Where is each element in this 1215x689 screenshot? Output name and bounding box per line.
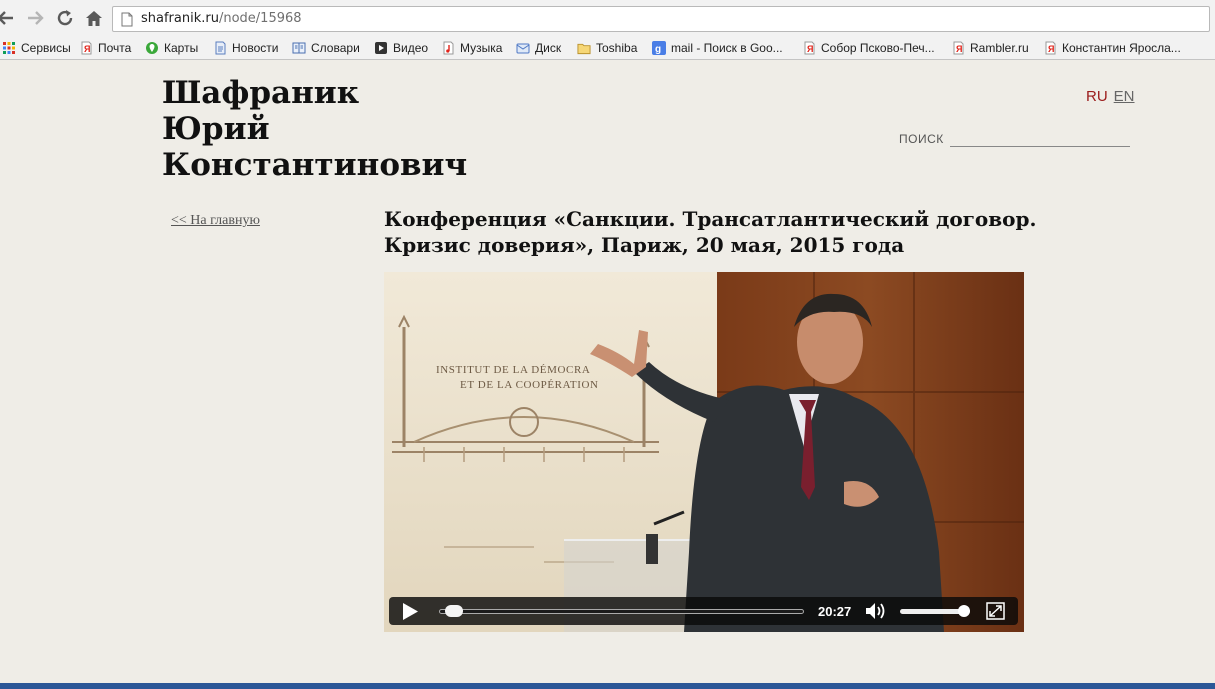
bookmark-maps[interactable]: Карты (145, 39, 198, 57)
bookmark-label: Сервисы (21, 41, 71, 55)
address-bar[interactable]: shafranik.ru/node/15968 (112, 6, 1210, 32)
progress-track[interactable] (439, 609, 804, 614)
search-label: ПОИСК (899, 132, 944, 146)
back-icon[interactable] (0, 8, 16, 28)
volume-icon[interactable] (865, 602, 889, 625)
bookmark-google-search[interactable]: g mail - Поиск в Goo... (652, 39, 783, 57)
bookmark-label: Константин Яросла... (1062, 41, 1181, 55)
bookmarks-bar: Сервисы Я Почта Карты Новости Словари Ви… (0, 36, 1215, 60)
apps-grid-icon (2, 41, 16, 55)
bookmark-label: Музыка (460, 41, 503, 55)
web-page: Шафраник Юрий Константинович RU EN ПОИСК … (0, 61, 1215, 683)
video-icon (374, 41, 388, 55)
yandex-icon: Я (951, 41, 965, 55)
lang-en-link[interactable]: EN (1114, 88, 1135, 105)
url-text: shafranik.ru/node/15968 (141, 11, 302, 26)
progress-handle[interactable] (444, 605, 463, 617)
lang-ru-link[interactable]: RU (1086, 88, 1108, 105)
google-icon: g (652, 41, 666, 55)
bookmark-label: Диск (535, 41, 562, 55)
url-path: /node/15968 (218, 11, 302, 26)
home-icon[interactable] (84, 8, 104, 28)
bookmark-konstantin[interactable]: Я Константин Яросла... (1043, 39, 1181, 57)
maps-icon (145, 41, 159, 55)
bookmark-label: Словари (311, 41, 360, 55)
bookmark-label: Почта (98, 41, 132, 55)
bookmark-mail[interactable]: Я Почта (79, 39, 131, 57)
svg-text:Я: Я (84, 44, 90, 54)
svg-text:Я: Я (807, 44, 813, 54)
bookmark-label: Rambler.ru (970, 41, 1029, 55)
yandex-icon: Я (802, 41, 816, 55)
bookmark-label: mail - Поиск в Goo... (671, 41, 783, 55)
video-controls: 20:27 (389, 597, 1018, 625)
video-frame: INSTITUT DE LA DÉMOCRA ET DE LA COOPÉRAT… (384, 272, 1024, 632)
play-icon[interactable] (402, 603, 418, 625)
dictionary-icon (292, 41, 306, 55)
volume-handle[interactable] (958, 605, 970, 617)
svg-text:Я: Я (956, 44, 962, 54)
yandex-mail-icon: Я (79, 41, 93, 55)
bookmark-disk[interactable]: Диск (516, 39, 561, 57)
video-time: 20:27 (818, 604, 852, 619)
taskbar-edge (0, 683, 1215, 689)
bookmark-news[interactable]: Новости (213, 39, 278, 57)
bookmark-label: Карты (164, 41, 199, 55)
disk-icon (516, 41, 530, 55)
svg-text:Я: Я (1048, 44, 1054, 54)
folder-icon (577, 41, 591, 55)
search-input[interactable] (950, 131, 1130, 147)
bookmark-rambler[interactable]: Я Rambler.ru (951, 39, 1029, 57)
yandex-icon: Я (1043, 41, 1057, 55)
site-title-line: Юрий (162, 111, 270, 147)
site-title-line: Шафраник (162, 75, 360, 111)
page-icon (121, 12, 133, 32)
bookmark-label: Видео (393, 41, 429, 55)
bookmark-services[interactable]: Сервисы (2, 39, 71, 57)
svg-text:g: g (655, 44, 661, 55)
music-icon (441, 41, 455, 55)
banner-text: ET DE LA COOPÉRATION (460, 379, 599, 391)
site-title-line: Константинович (162, 147, 468, 183)
page-icon (213, 41, 227, 55)
article-title: Конференция «Санкции. Трансатлантический… (384, 207, 1037, 257)
bookmark-music[interactable]: Музыка (441, 39, 502, 57)
bookmark-dictionaries[interactable]: Словари (292, 39, 360, 57)
language-switcher: RU EN (1086, 88, 1135, 105)
bookmark-sobor[interactable]: Я Собор Псково-Печ... (802, 39, 935, 57)
bookmark-label: Toshiba (596, 41, 638, 55)
browser-toolbar: shafranik.ru/node/15968 (0, 0, 1215, 36)
bookmark-label: Собор Псково-Печ... (821, 41, 935, 55)
reload-icon[interactable] (55, 8, 75, 28)
video-player[interactable]: INSTITUT DE LA DÉMOCRA ET DE LA COOPÉRAT… (384, 272, 1024, 632)
fullscreen-icon[interactable] (986, 602, 1005, 625)
url-host: shafranik.ru (141, 11, 219, 26)
site-title[interactable]: Шафраник Юрий Константинович (162, 75, 467, 183)
banner-text: INSTITUT DE LA DÉMOCRA (436, 364, 590, 376)
bookmark-video[interactable]: Видео (374, 39, 428, 57)
back-to-home-link[interactable]: << На главную (171, 213, 260, 229)
bookmark-toshiba[interactable]: Toshiba (577, 39, 637, 57)
forward-icon[interactable] (25, 8, 45, 28)
bookmark-label: Новости (232, 41, 279, 55)
